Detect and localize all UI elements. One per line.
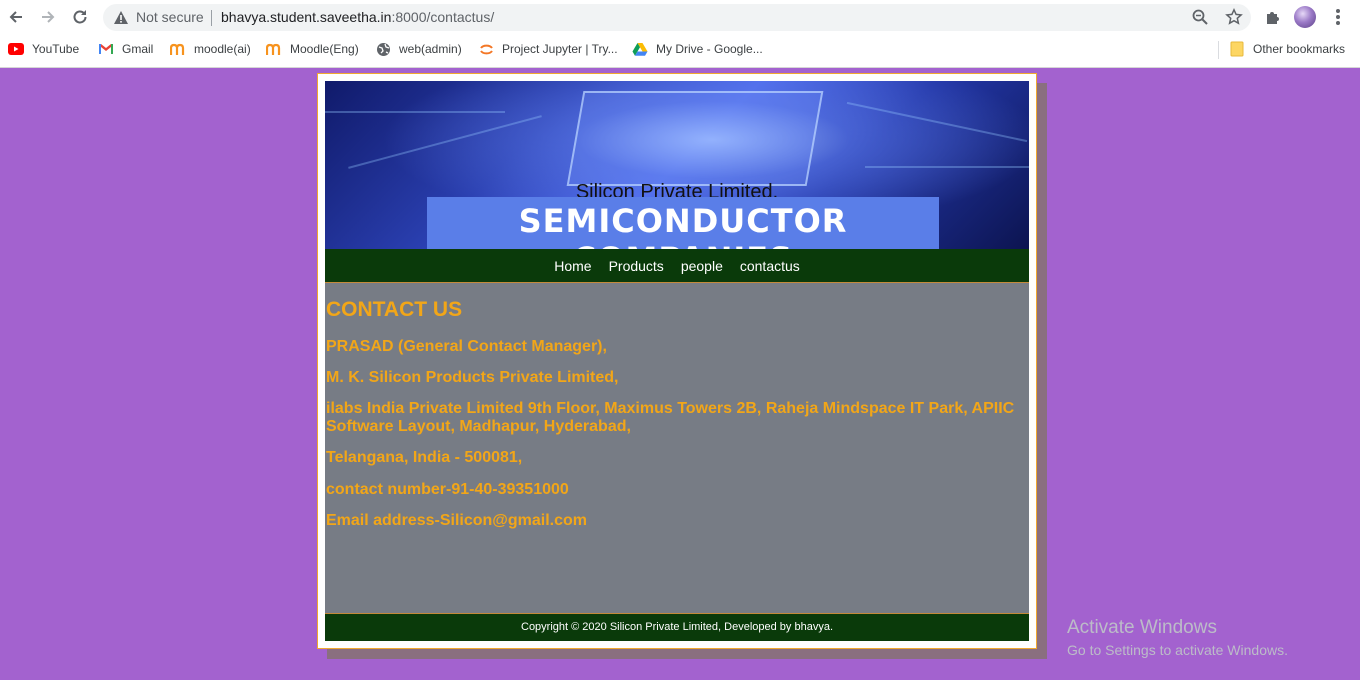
bookmark-label: moodle(ai) bbox=[194, 42, 251, 56]
watermark-title: Activate Windows bbox=[1067, 617, 1217, 638]
bookmark-label: Gmail bbox=[122, 42, 154, 56]
activate-windows-watermark: Activate Windows Go to Settings to activ… bbox=[1067, 617, 1288, 658]
circuit-decoration bbox=[348, 115, 542, 169]
jupyter-icon bbox=[478, 41, 494, 57]
folder-icon bbox=[1229, 41, 1245, 57]
bookmark-web-admin[interactable]: web(admin) bbox=[375, 40, 462, 58]
not-secure-label[interactable]: Not secure bbox=[136, 9, 204, 25]
globe-icon bbox=[375, 41, 391, 57]
circuit-decoration bbox=[325, 111, 505, 113]
email-address: Email address-Silicon@gmail.com bbox=[326, 512, 588, 529]
moodle-icon bbox=[170, 41, 186, 57]
chip-graphic bbox=[566, 91, 824, 186]
bookmark-youtube[interactable]: YouTube bbox=[8, 40, 79, 58]
nav-people[interactable]: people bbox=[681, 258, 723, 274]
youtube-icon bbox=[8, 41, 24, 57]
nav-contactus[interactable]: contactus bbox=[740, 258, 800, 274]
bookmark-star-icon[interactable] bbox=[1225, 7, 1243, 31]
profile-avatar[interactable] bbox=[1293, 5, 1317, 29]
main-nav: Home Products people contactus bbox=[325, 249, 1029, 282]
bookmark-gmail[interactable]: Gmail bbox=[98, 40, 153, 58]
watermark-subtitle: Go to Settings to activate Windows. bbox=[1067, 642, 1288, 658]
url-text[interactable]: bhavya.student.saveetha.in:8000/contactu… bbox=[221, 9, 494, 25]
header-banner: Silicon Private Limited. SEMICONDUCTOR C… bbox=[325, 81, 1029, 249]
moodle-icon bbox=[266, 41, 282, 57]
address-bar[interactable]: Not secure bhavya.student.saveetha.in:80… bbox=[103, 4, 1251, 31]
page-title: CONTACT US bbox=[326, 298, 463, 321]
gmail-icon bbox=[98, 41, 114, 57]
address-line: ilabs India Private Limited 9th Floor, M… bbox=[326, 400, 1015, 435]
state-pincode: Telangana, India - 500081, bbox=[326, 449, 523, 466]
bookmark-label: Other bookmarks bbox=[1253, 42, 1346, 56]
contact-number: contact number-91-40-39351000 bbox=[326, 481, 569, 498]
bookmark-label: My Drive - Google... bbox=[656, 42, 763, 56]
back-icon[interactable] bbox=[4, 5, 28, 29]
page-container: Silicon Private Limited. SEMICONDUCTOR C… bbox=[317, 73, 1037, 649]
circuit-decoration bbox=[846, 101, 1028, 143]
bookmarks-divider bbox=[1218, 41, 1219, 59]
nav-home[interactable]: Home bbox=[554, 258, 591, 274]
avatar-image bbox=[1294, 6, 1316, 28]
company-name: M. K. Silicon Products Private Limited, bbox=[326, 369, 619, 386]
forward-icon[interactable] bbox=[36, 5, 60, 29]
bookmark-label: YouTube bbox=[32, 42, 80, 56]
browser-chrome: Not secure bhavya.student.saveetha.in:80… bbox=[0, 0, 1360, 68]
footer: Copyright © 2020 Silicon Private Limited… bbox=[325, 614, 1029, 641]
bookmark-label: Moodle(Eng) bbox=[290, 42, 359, 56]
omnibox-divider bbox=[211, 10, 212, 26]
bookmark-label: Project Jupyter | Try... bbox=[502, 42, 618, 56]
browser-toolbar: Not secure bhavya.student.saveetha.in:80… bbox=[0, 0, 1360, 34]
menu-kebab-icon[interactable] bbox=[1326, 5, 1350, 29]
contact-person: PRASAD (General Contact Manager), bbox=[326, 338, 607, 355]
reload-icon[interactable] bbox=[68, 5, 92, 29]
contact-section: CONTACT US PRASAD (General Contact Manag… bbox=[325, 282, 1029, 614]
zoom-icon[interactable] bbox=[1191, 8, 1209, 31]
url-host: bhavya.student.saveetha.in bbox=[221, 9, 392, 25]
bookmark-label: web(admin) bbox=[399, 42, 462, 56]
bookmark-moodle-eng[interactable]: Moodle(Eng) bbox=[266, 40, 359, 58]
warning-icon[interactable] bbox=[113, 10, 129, 30]
banner-subtitle: SEMICONDUCTOR COMPANIES bbox=[518, 202, 848, 249]
circuit-decoration bbox=[865, 166, 1029, 168]
bookmarks-bar: YouTube Gmail moodle(ai) Moodle(Eng) web… bbox=[0, 36, 1360, 62]
bookmark-moodle-ai[interactable]: moodle(ai) bbox=[170, 40, 251, 58]
url-path: :8000/contactus/ bbox=[391, 9, 495, 25]
extensions-icon[interactable] bbox=[1261, 5, 1285, 29]
nav-products[interactable]: Products bbox=[609, 258, 664, 274]
bookmark-jupyter[interactable]: Project Jupyter | Try... bbox=[478, 40, 618, 58]
google-drive-icon bbox=[632, 41, 648, 57]
bookmark-google-drive[interactable]: My Drive - Google... bbox=[632, 40, 763, 58]
other-bookmarks[interactable]: Other bookmarks bbox=[1229, 40, 1345, 58]
